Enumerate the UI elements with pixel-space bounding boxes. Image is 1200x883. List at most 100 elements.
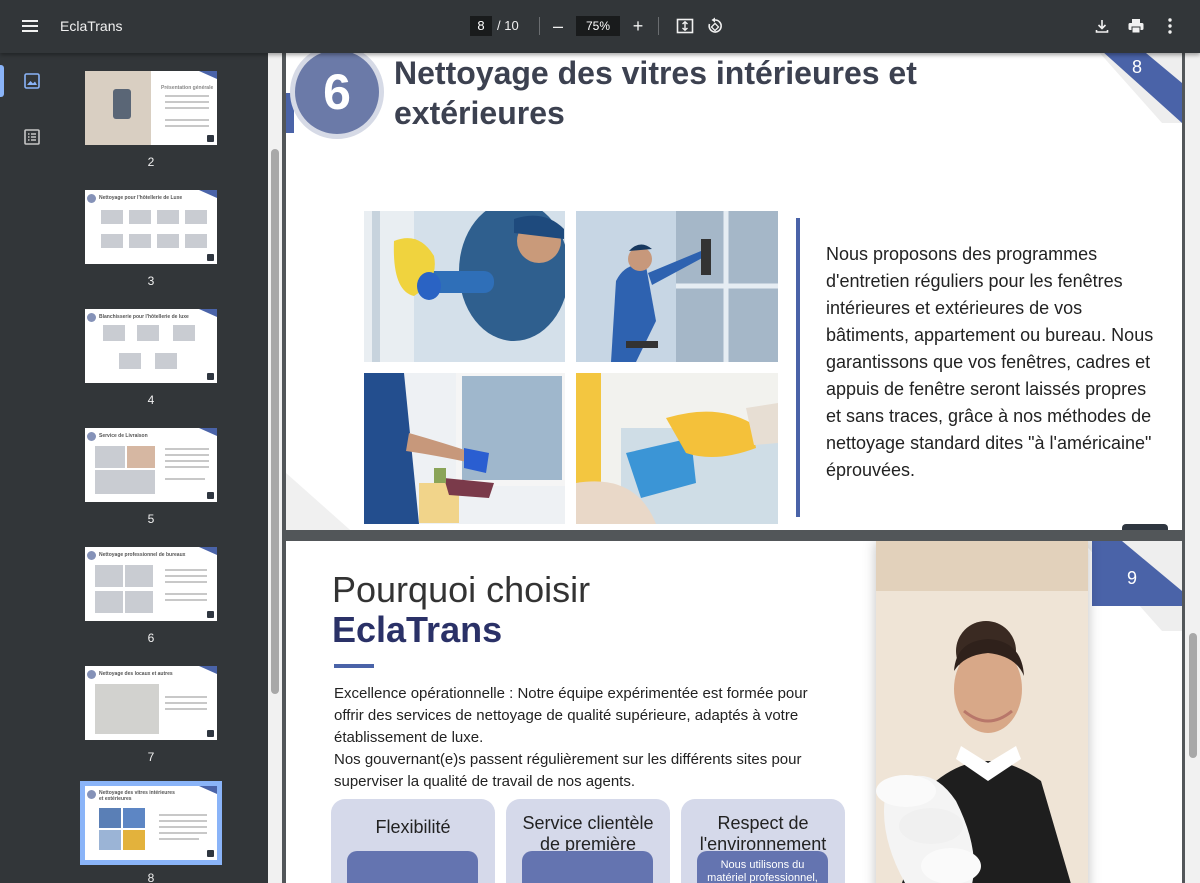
thumbnail-corner — [199, 71, 217, 79]
thumbnail-image — [103, 325, 125, 341]
rotate-button[interactable] — [701, 12, 729, 40]
pdf-page-9: 9 Pourquoi choisir EclaTrans Excellence … — [286, 541, 1182, 883]
thumbnail-number-badge — [87, 551, 96, 560]
thumbnail-logo — [207, 850, 214, 857]
thumbnail-figure — [113, 89, 131, 119]
thumbnail-image — [95, 446, 125, 468]
thumbnail-image — [125, 565, 153, 587]
zoom-in-button[interactable]: + — [624, 12, 652, 40]
thumbnail-textline — [165, 702, 207, 704]
thumbnail-number-badge — [87, 670, 96, 679]
thumbnail-image — [157, 234, 179, 248]
thumbnail-textline — [165, 466, 209, 468]
thumbnail-image — [137, 325, 159, 341]
thumbnail-image — [125, 591, 153, 613]
paragraph-excellence: Excellence opérationnelle : Notre équipe… — [334, 685, 808, 746]
thumbnail-image — [129, 234, 151, 248]
feature-card: Respect de l'environnement Nous utilison… — [681, 799, 845, 883]
thumbnail-image — [157, 210, 179, 224]
download-icon — [1095, 20, 1109, 33]
more-options-button[interactable] — [1156, 12, 1184, 40]
feature-card-body — [522, 851, 653, 883]
text-divider — [796, 218, 800, 517]
thumbnail-title: Nettoyage professionnel de bureaux — [99, 552, 186, 558]
thumbnail-label: 8 — [147, 871, 155, 883]
feature-card: Service clientèle de première classe — [506, 799, 670, 883]
paragraph-supervision: Nos gouvernant(e)s passent régulièrement… — [334, 751, 802, 790]
thumbnail-corner — [199, 309, 217, 317]
feature-card-title: Respect de l'environnement — [699, 813, 827, 854]
thumbnail-title: Service de Livraison — [99, 433, 148, 439]
thumbnail-textline — [159, 814, 207, 816]
thumbnail-page[interactable]: Nettoyage professionnel de bureaux — [85, 547, 217, 621]
scrollbar-thumb[interactable] — [271, 149, 279, 694]
thumbnail-number-badge — [87, 313, 96, 322]
thumbnail-image — [101, 210, 123, 224]
document-viewer: 8 6 Nettoyage des vitres intérieures et … — [282, 53, 1185, 883]
zoom-level-input[interactable]: 75% — [576, 16, 620, 36]
thumbnail-page[interactable]: Blanchisserie pour l'hôtellerie de luxe — [85, 309, 217, 383]
thumbnail-corner — [199, 786, 217, 794]
fit-to-page-button[interactable] — [671, 12, 699, 40]
thumbnail-title: Présentation générale — [161, 85, 214, 91]
thumbnail-page[interactable]: Nettoyage des locaux et autres — [85, 666, 217, 740]
thumbnail-textline — [165, 119, 209, 121]
thumbnail-corner — [199, 428, 217, 436]
thumbnail-image — [129, 210, 151, 224]
toolbar-divider — [658, 17, 659, 35]
window-cleaning-photo — [364, 373, 565, 524]
thumbnail-list: Présentation générale 2 Nettoyage pour l… — [64, 53, 268, 883]
thumbnail-textline — [159, 832, 207, 834]
sidebar-rail — [0, 53, 64, 883]
thumbnail-image — [185, 234, 207, 248]
window-cleaning-photo — [576, 211, 778, 362]
menu-icon[interactable] — [14, 12, 46, 40]
list-icon — [24, 129, 40, 145]
thumbnail-textline — [165, 593, 207, 595]
thumbnail-logo — [207, 373, 214, 380]
thumbnail-corner — [199, 547, 217, 555]
feature-card-body: Nous utilisons du matériel professionnel… — [697, 851, 828, 883]
page-corner-decoration — [286, 473, 351, 530]
thumbnail-title: Nettoyage des vitres intérieures et exté… — [99, 790, 175, 802]
thumbnail-image — [127, 446, 155, 468]
thumbnail-corner — [199, 190, 217, 198]
thumbnail-label: 3 — [147, 274, 155, 288]
thumbnail-page-selected[interactable]: Nettoyage des vitres intérieures et exté… — [80, 781, 222, 865]
thumbnail-label: 7 — [147, 750, 155, 764]
download-button[interactable] — [1088, 12, 1116, 40]
heading-brand: EclaTrans — [332, 609, 503, 650]
scrollbar-thumb[interactable] — [1189, 633, 1197, 758]
thumbnail-image — [123, 830, 145, 850]
thumbnail-textline — [159, 826, 207, 828]
page-number-input[interactable]: 8 — [470, 16, 492, 36]
thumbnail-page[interactable]: Service de Livraison — [85, 428, 217, 502]
thumbnail-page[interactable]: Nettoyage pour l'hôtellerie de Luxe — [85, 190, 217, 264]
zoom-out-button[interactable]: – — [544, 12, 572, 40]
thumbnail-logo — [207, 611, 214, 618]
thumbnail-textline — [159, 820, 207, 822]
sidebar-scrollbar[interactable] — [268, 53, 282, 883]
thumbnail-textline — [165, 107, 209, 109]
pdf-page-8: 8 6 Nettoyage des vitres intérieures et … — [286, 53, 1182, 530]
company-logo — [1122, 524, 1168, 530]
active-indicator — [0, 65, 4, 97]
thumbnail-textline — [165, 460, 209, 462]
document-scrollbar[interactable] — [1185, 53, 1200, 883]
thumbnail-title: Nettoyage des locaux et autres — [99, 671, 173, 677]
thumbnail-label: 4 — [147, 393, 155, 407]
thumbnail-textline — [165, 448, 209, 450]
thumbnail-textline — [165, 708, 207, 710]
thumbnail-textline — [165, 599, 207, 601]
page-body-text: Nous proposons des programmes d'entretie… — [826, 244, 1154, 480]
thumbnail-page[interactable]: Présentation générale — [85, 71, 217, 145]
outline-view-button[interactable] — [20, 125, 44, 149]
thumbnail-image — [99, 808, 121, 828]
thumbnail-textline — [165, 575, 207, 577]
thumbnail-image — [95, 565, 123, 587]
thumbnails-view-button[interactable] — [20, 69, 44, 93]
thumbnail-textline — [165, 696, 207, 698]
thumbnail-image — [185, 210, 207, 224]
print-button[interactable] — [1122, 12, 1150, 40]
thumbnail-image — [95, 591, 123, 613]
